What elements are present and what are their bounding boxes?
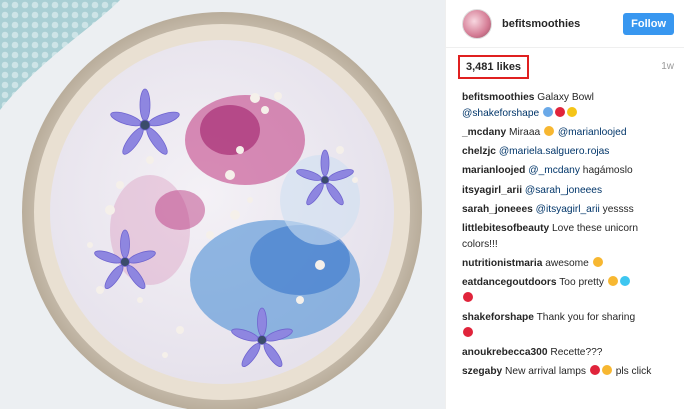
blue-heart-emoji-icon bbox=[619, 276, 630, 287]
comment-mention[interactable]: @itsyagirl_arii bbox=[536, 204, 600, 215]
comment-username[interactable]: szegaby bbox=[462, 366, 502, 377]
comment-text: awesome bbox=[545, 258, 589, 270]
heart-eyes-emoji-icon bbox=[607, 276, 618, 287]
post-header: befitsmoothies Follow bbox=[446, 0, 684, 48]
comment-username[interactable]: shakeforshape bbox=[462, 312, 534, 323]
follow-button[interactable]: Follow bbox=[623, 12, 674, 35]
comment-username[interactable]: itsyagirl_arii bbox=[462, 185, 522, 196]
likes-count[interactable]: 3,481 likes bbox=[458, 55, 530, 79]
comment-mention[interactable]: @shakeforshape bbox=[462, 108, 539, 119]
comment-text: Thank you for sharing bbox=[536, 312, 636, 324]
comment-item: chelzjc @mariela.salguero.rojas bbox=[462, 144, 674, 160]
comment-username[interactable]: marianloojed bbox=[462, 165, 525, 176]
instagram-post: befitsmoothies Follow 3,481 likes 1w bef… bbox=[0, 0, 684, 409]
comment-text: yessss bbox=[602, 204, 634, 215]
post-time[interactable]: 1w bbox=[661, 61, 674, 72]
comment-item: nutritionistmaria awesome bbox=[462, 256, 674, 272]
comment-mention[interactable]: @mariela.salguero.rojas bbox=[499, 146, 610, 157]
comment-username[interactable]: nutritionistmaria bbox=[462, 258, 542, 269]
post-username[interactable]: befitsmoothies bbox=[502, 18, 623, 30]
red-heart-emoji-icon bbox=[463, 292, 473, 303]
post-sidebar: befitsmoothies Follow 3,481 likes 1w bef… bbox=[445, 0, 684, 409]
comment-item: sarah_joneees @itsyagirl_arii yessss bbox=[462, 202, 674, 218]
post-photo[interactable] bbox=[0, 0, 445, 409]
comment-username[interactable]: anoukrebecca300 bbox=[462, 347, 548, 358]
comment-username[interactable]: littlebitesofbeauty bbox=[462, 223, 549, 234]
comment-text: hagámoslo bbox=[582, 165, 633, 177]
comment-text: Too pretty bbox=[559, 277, 604, 289]
comment-username[interactable]: eatdancegoutdoors bbox=[462, 277, 557, 288]
comment-item: _mcdany Miraaa @marianloojed bbox=[462, 125, 674, 141]
comment-username[interactable]: _mcdany bbox=[462, 127, 506, 138]
smirk-emoji-icon bbox=[601, 365, 612, 376]
comments-list: befitsmoothies Galaxy Bowl @shakeforshap… bbox=[446, 86, 684, 380]
comment-text: New arrival lamps bbox=[505, 366, 586, 378]
comment-item: szegaby New arrival lamps pls click bbox=[462, 364, 674, 380]
comment-mention[interactable]: @sarah_joneees bbox=[525, 185, 602, 196]
ok-hand-emoji-icon bbox=[592, 257, 603, 268]
comment-mention[interactable]: @marianloojed bbox=[558, 127, 627, 138]
likes-row: 3,481 likes 1w bbox=[446, 48, 684, 86]
comment-item: befitsmoothies Galaxy Bowl @shakeforshap… bbox=[462, 90, 674, 121]
comment-username[interactable]: chelzjc bbox=[462, 146, 496, 157]
red-heart-emoji-icon bbox=[463, 326, 473, 337]
red-heart-emoji-icon bbox=[555, 106, 566, 117]
comment-username[interactable]: befitsmoothies bbox=[462, 92, 534, 103]
comment-text: Miraaa bbox=[509, 126, 541, 138]
butterfly-emoji-icon bbox=[543, 106, 554, 117]
comment-text: Recette??? bbox=[550, 347, 603, 359]
comment-item: littlebitesofbeauty Love these unicorn c… bbox=[462, 221, 674, 252]
red-heart-emoji-icon bbox=[589, 365, 600, 376]
comment-username[interactable]: sarah_joneees bbox=[462, 204, 533, 215]
comment-text: Galaxy Bowl bbox=[537, 92, 594, 103]
comment-text-continued: pls click bbox=[615, 366, 652, 378]
comment-item: shakeforshape Thank you for sharing bbox=[462, 310, 674, 341]
comment-item: anoukrebecca300 Recette??? bbox=[462, 345, 674, 361]
comment-item: marianloojed @_mcdany hagámoslo bbox=[462, 163, 674, 179]
smoothie-bowl-image bbox=[0, 0, 445, 409]
comment-item: itsyagirl_arii @sarah_joneees bbox=[462, 183, 674, 199]
avatar[interactable] bbox=[462, 8, 492, 39]
comment-mention[interactable]: @_mcdany bbox=[528, 165, 580, 176]
heart-eyes-emoji-icon bbox=[544, 125, 554, 136]
sparkles-emoji-icon bbox=[567, 106, 578, 117]
comment-item: eatdancegoutdoors Too pretty bbox=[462, 275, 674, 306]
